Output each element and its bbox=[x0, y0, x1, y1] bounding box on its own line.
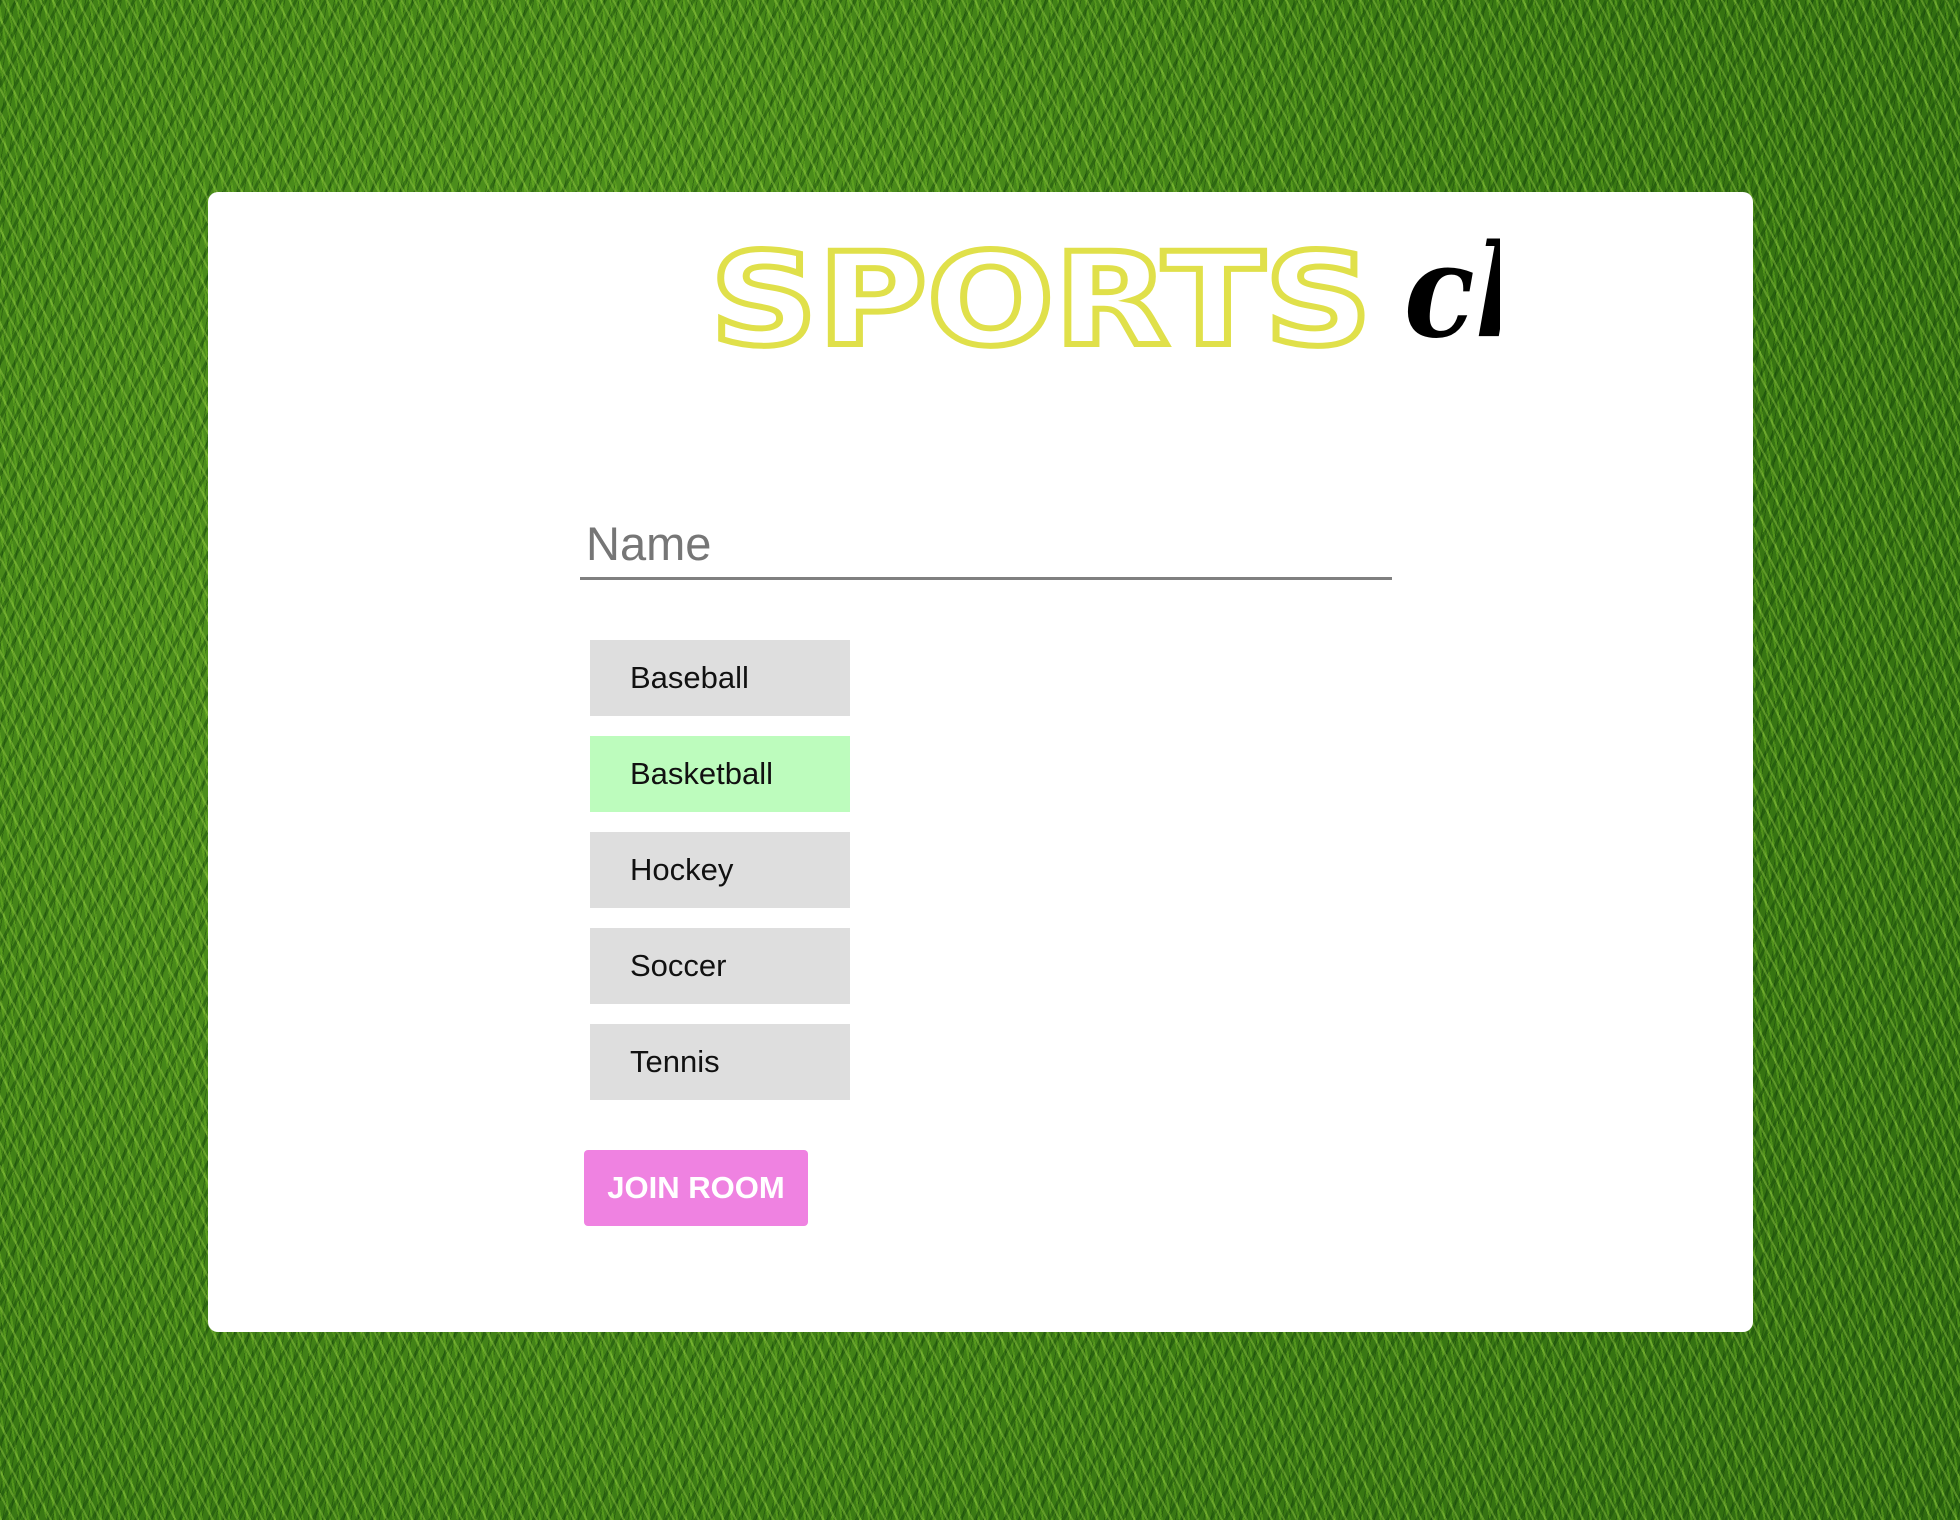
logo-sports-text: SPORTS bbox=[710, 232, 1372, 375]
name-input[interactable] bbox=[580, 510, 1392, 580]
sport-option-hockey[interactable]: Hockey bbox=[590, 832, 850, 908]
sport-option-baseball[interactable]: Baseball bbox=[590, 640, 850, 716]
join-room-button[interactable]: JOIN ROOM bbox=[584, 1150, 808, 1226]
sport-option-basketball[interactable]: Basketball bbox=[590, 736, 850, 812]
sport-list: Baseball Basketball Hockey Soccer Tennis bbox=[590, 640, 850, 1120]
app-logo: SPORTS chat bbox=[707, 232, 1500, 378]
logo-chat-text: chat bbox=[1404, 232, 1500, 367]
login-card: SPORTS chat Baseball Basketball Hockey Socc… bbox=[208, 192, 1753, 1332]
sport-option-soccer[interactable]: Soccer bbox=[590, 928, 850, 1004]
sport-option-tennis[interactable]: Tennis bbox=[590, 1024, 850, 1100]
